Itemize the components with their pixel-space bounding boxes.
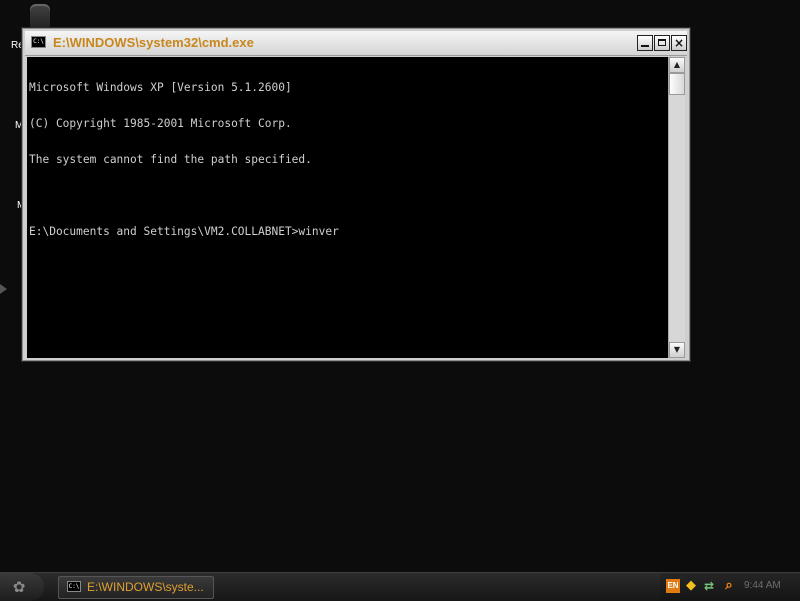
mouse-pointer-icon	[0, 284, 7, 294]
taskbar-button-cmd[interactable]: C:\ E:\WINDOWS\syste...	[58, 576, 214, 599]
close-icon: ×	[673, 36, 685, 50]
console-line: Microsoft Windows XP [Version 5.1.2600]	[29, 81, 292, 94]
window-titlebar[interactable]: C:\ E:\WINDOWS\system32\cmd.exe ×	[25, 31, 687, 56]
cmd-icon: C:\	[67, 581, 81, 592]
scrollbar-thumb[interactable]	[669, 73, 685, 95]
console-line: (C) Copyright 1985-2001 Microsoft Corp.	[29, 117, 292, 130]
start-button[interactable]: ✿	[0, 573, 44, 601]
search-icon[interactable]: ⌕	[722, 579, 736, 593]
clock[interactable]: 9:44 AM	[744, 580, 781, 591]
arrow-up-icon: ▲	[673, 60, 681, 69]
start-orb-icon: ✿	[12, 578, 26, 596]
minimize-icon	[641, 45, 649, 47]
taskbar-button-label: E:\WINDOWS\syste...	[87, 580, 204, 594]
shield-icon[interactable]: ◆	[684, 579, 698, 593]
cmd-window[interactable]: C:\ E:\WINDOWS\system32\cmd.exe × Micros…	[22, 28, 690, 361]
console-output[interactable]: Microsoft Windows XP [Version 5.1.2600] …	[27, 57, 668, 358]
cmd-icon[interactable]: C:\	[31, 36, 46, 48]
network-icon[interactable]: ⇄	[702, 579, 716, 593]
close-button[interactable]: ×	[671, 35, 687, 51]
console-line: The system cannot find the path specifie…	[29, 153, 312, 166]
recycle-bin-icon[interactable]	[30, 4, 50, 30]
maximize-button[interactable]	[654, 35, 670, 51]
maximize-icon	[658, 39, 666, 46]
arrow-down-icon: ▼	[673, 345, 681, 354]
language-indicator[interactable]: EN	[666, 579, 680, 593]
scroll-up-button[interactable]: ▲	[669, 57, 685, 73]
scroll-down-button[interactable]: ▼	[669, 342, 685, 358]
window-title: E:\WINDOWS\system32\cmd.exe	[53, 35, 254, 50]
console-prompt-line[interactable]: E:\Documents and Settings\VM2.COLLABNET>…	[29, 226, 666, 238]
vertical-scrollbar[interactable]: ▲ ▼	[668, 57, 685, 358]
taskbar: ✿ C:\ E:\WINDOWS\syste... EN ◆ ⇄ ⌕ 9:44 …	[0, 572, 800, 601]
minimize-button[interactable]	[637, 35, 653, 51]
system-tray: EN ◆ ⇄ ⌕ 9:44 AM	[660, 573, 800, 601]
